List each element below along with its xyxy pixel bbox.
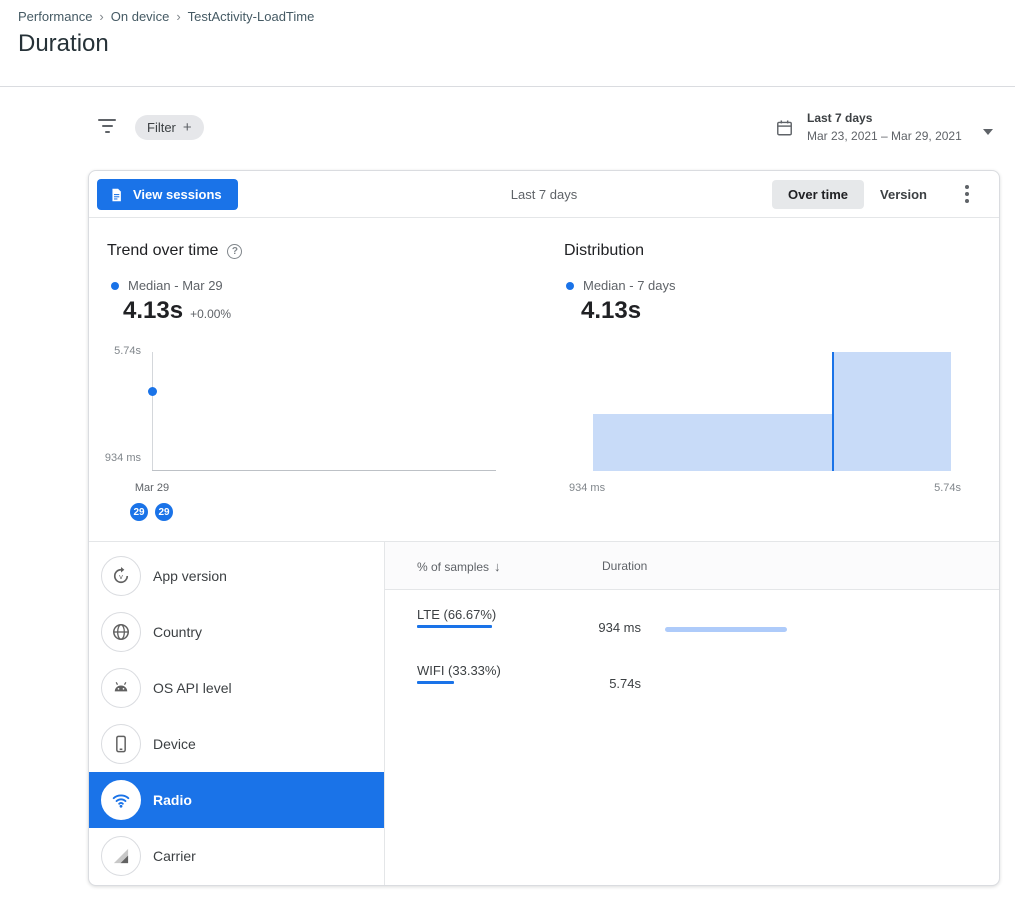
view-sessions-label: View sessions [133, 187, 222, 202]
performance-duration-page: Performance › On device › TestActivity-L… [0, 0, 1015, 914]
trend-chart [152, 352, 496, 471]
breadcrumb-item-current: TestActivity-LoadTime [188, 9, 315, 24]
distribution-title: Distribution [564, 242, 644, 260]
breadcrumb-item-performance[interactable]: Performance [18, 9, 92, 24]
samples-table: % of samples ↓ Duration LTE (66.67%) 934… [385, 542, 999, 885]
svg-text:v: v [119, 572, 123, 581]
trend-title-row: Trend over time ? [107, 242, 242, 260]
document-icon [109, 187, 124, 203]
sidebar-item-label: OS API level [153, 680, 232, 696]
trend-point [148, 387, 157, 396]
table-row[interactable]: LTE (66.67%) 934 ms [385, 590, 999, 646]
cell-signal-icon [111, 846, 131, 866]
sidebar-item-os-api-level[interactable]: OS API level [89, 660, 384, 716]
trend-legend: Median - Mar 29 [111, 278, 223, 293]
tab-version[interactable]: Version [864, 180, 943, 209]
trend-median-value: 4.13s [123, 297, 183, 325]
range-handle-start[interactable]: 29 [130, 503, 148, 521]
date-range-value: Mar 23, 2021 – Mar 29, 2021 [807, 129, 962, 143]
segment-label: LTE (66.67%) [417, 607, 496, 622]
date-range-title: Last 7 days [807, 111, 962, 125]
sidebar-item-country[interactable]: Country [89, 604, 384, 660]
breadcrumb-item-on-device[interactable]: On device [111, 9, 170, 24]
dimension-sidebar: v App version Country [89, 542, 384, 885]
trend-y-max-label: 5.74s [89, 345, 141, 357]
sidebar-item-label: Device [153, 736, 196, 752]
sidebar-item-app-version[interactable]: v App version [89, 548, 384, 604]
column-header-duration[interactable]: Duration [602, 559, 647, 573]
distribution-legend: Median - 7 days [566, 278, 676, 293]
sidebar-item-label: Country [153, 624, 202, 640]
plus-icon: + [183, 119, 192, 136]
overflow-menu-icon[interactable] [959, 185, 975, 205]
trend-x-tick: Mar 29 [122, 482, 182, 494]
wifi-icon [111, 790, 131, 810]
breadcrumb-separator: › [176, 9, 180, 24]
sidebar-item-radio[interactable]: Radio [89, 772, 384, 828]
android-icon [111, 678, 131, 698]
trend-legend-label: Median - Mar 29 [128, 278, 223, 293]
segment-duration: 5.74s [533, 676, 641, 691]
header-divider [0, 86, 1015, 87]
breadcrumb-separator: › [99, 9, 103, 24]
sort-descending-icon: ↓ [494, 559, 501, 574]
trend-value-row: 4.13s +0.00% [123, 297, 231, 325]
sidebar-item-label: Carrier [153, 848, 196, 864]
page-title: Duration [18, 30, 109, 58]
trend-delta: +0.00% [190, 307, 231, 321]
breakdown-section: v App version Country [89, 541, 999, 885]
samples-pct-bar [417, 681, 454, 684]
date-range-picker[interactable]: Last 7 days Mar 23, 2021 – Mar 29, 2021 [775, 111, 1003, 155]
distribution-median-value: 4.13s [581, 297, 641, 325]
distribution-plot [593, 352, 951, 471]
median-line [832, 352, 834, 471]
distribution-x-min-label: 934 ms [569, 482, 605, 494]
samples-pct-bar [417, 625, 492, 628]
calendar-icon [775, 118, 794, 138]
range-handle-end[interactable]: 29 [155, 503, 173, 521]
sidebar-item-carrier[interactable]: Carrier [89, 828, 384, 884]
column-header-samples-label: % of samples [417, 560, 489, 574]
legend-dot [566, 282, 574, 290]
legend-dot [111, 282, 119, 290]
duration-bar [665, 627, 787, 632]
sidebar-item-device[interactable]: Device [89, 716, 384, 772]
tab-over-time[interactable]: Over time [772, 180, 864, 209]
distribution-x-max-label: 5.74s [909, 482, 961, 494]
globe-icon [111, 622, 131, 642]
filter-icon[interactable] [97, 119, 117, 133]
histogram-bar [832, 352, 951, 471]
duration-card: View sessions Last 7 days Over time Vers… [88, 170, 1000, 886]
breadcrumb: Performance › On device › TestActivity-L… [18, 9, 314, 24]
app-version-icon: v [111, 566, 131, 586]
histogram-bar [593, 414, 832, 471]
view-sessions-button[interactable]: View sessions [97, 179, 238, 210]
filter-chip[interactable]: Filter + [135, 115, 204, 140]
distribution-legend-label: Median - 7 days [583, 278, 676, 293]
chevron-down-icon[interactable] [983, 129, 993, 135]
trend-guide-line [152, 352, 153, 470]
table-header: % of samples ↓ Duration [385, 542, 999, 590]
filter-chip-label: Filter [147, 120, 176, 135]
view-toggle: Over time Version [772, 180, 943, 209]
column-header-samples[interactable]: % of samples ↓ [417, 559, 501, 574]
trend-y-min-label: 934 ms [89, 452, 141, 464]
sidebar-item-label: App version [153, 568, 227, 584]
help-icon[interactable]: ? [227, 244, 242, 259]
segment-duration: 934 ms [533, 620, 641, 635]
trend-title: Trend over time [107, 242, 218, 260]
phone-icon [111, 734, 131, 754]
segment-label: WIFI (33.33%) [417, 663, 501, 678]
card-header: View sessions Last 7 days Over time Vers… [89, 171, 999, 218]
sidebar-item-label: Radio [153, 792, 192, 808]
table-row[interactable]: WIFI (33.33%) 5.74s [385, 646, 999, 702]
